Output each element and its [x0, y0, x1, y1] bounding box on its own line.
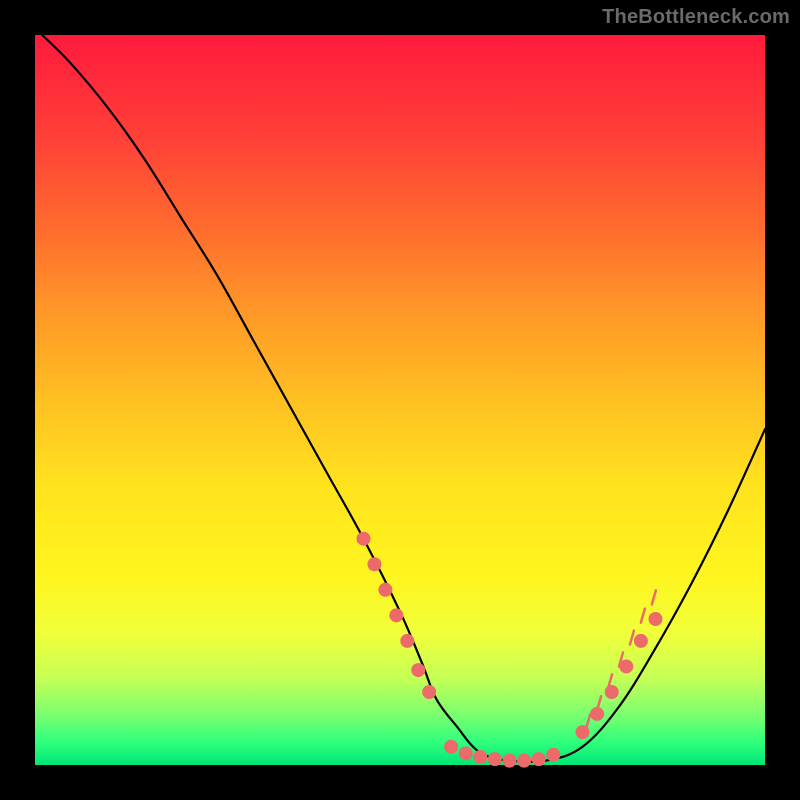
marker-tassel [586, 715, 590, 729]
marker-tassel [652, 590, 656, 604]
marker-dot [605, 685, 619, 699]
plot-area [35, 35, 765, 765]
marker-dot [378, 583, 392, 597]
marker-dot [422, 685, 436, 699]
watermark-text: TheBottleneck.com [602, 6, 790, 29]
marker-dot [389, 608, 403, 622]
marker-tassel [630, 631, 634, 645]
marker-dot [400, 634, 414, 648]
marker-dot [590, 707, 604, 721]
marker-dot [576, 725, 590, 739]
marker-dot [357, 532, 371, 546]
marker-dot [411, 663, 425, 677]
chart-frame: TheBottleneck.com [0, 0, 800, 800]
marker-dot [444, 740, 458, 754]
marker-dot [532, 752, 546, 766]
marker-tassel [641, 609, 645, 623]
bottleneck-curve [42, 35, 765, 762]
marker-dot [503, 754, 517, 768]
marker-dot [488, 752, 502, 766]
marker-dot [619, 659, 633, 673]
marker-dot [367, 557, 381, 571]
marker-dot [459, 746, 473, 760]
marker-dot [546, 748, 560, 762]
marker-dot [649, 612, 663, 626]
marker-dot [517, 754, 531, 768]
marker-dots [357, 532, 663, 768]
marker-dot [634, 634, 648, 648]
marker-dot [473, 750, 487, 764]
chart-svg [35, 35, 765, 765]
